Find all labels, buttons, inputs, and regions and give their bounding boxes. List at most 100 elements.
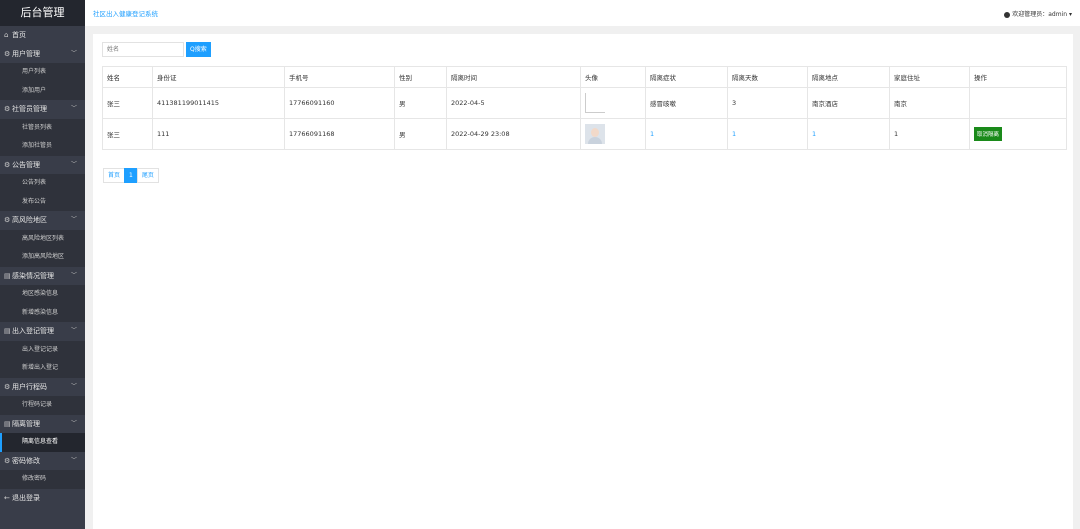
chevron-down-icon: ﹀ [70, 456, 77, 464]
table-cell: 1 [889, 118, 970, 150]
sidebar-group-label: 出入登记管理 [12, 327, 54, 335]
sidebar-item-add-user[interactable]: 添加用户 [0, 81, 85, 100]
chevron-down-icon: ﹀ [70, 105, 77, 112]
col-header: 隔离地点 [807, 66, 890, 88]
document-icon: ▤ [4, 327, 11, 335]
sidebar-item-add-entry[interactable]: 新增出入登记 [0, 359, 85, 378]
table-cell: 男 [394, 118, 447, 150]
chevron-down-icon: ﹀ [70, 382, 77, 390]
sidebar-group-label: 高风险地区 [12, 216, 47, 224]
sidebar-group-label: 感染情况管理 [12, 271, 54, 280]
search-button[interactable]: Q搜索 [186, 42, 211, 57]
caret-down-icon: ▾ [1068, 11, 1072, 18]
sidebar-item-isolation-view[interactable]: 隔离信息查看 [0, 433, 85, 452]
sidebar-item-change-password[interactable]: 修改密码 [0, 470, 85, 489]
pager-first[interactable]: 首页 [103, 168, 126, 183]
table-cell: 感冒咳嗽 [645, 87, 728, 119]
chevron-down-icon: ﹀ [70, 419, 77, 427]
table-cell: 411381199011415 [152, 87, 285, 119]
col-header: 操作 [969, 66, 1067, 88]
breadcrumb[interactable]: 社区出入健康登记系统 [93, 8, 158, 18]
table-cell: 张三 [102, 87, 153, 119]
sidebar-item-user-list[interactable]: 用户列表 [0, 63, 85, 82]
table-header-row: 姓名 身份证 手机号 性别 隔离时间 头像 隔离症状 隔离天数 隔离地点 家庭住… [102, 66, 1067, 88]
sidebar-group-risk-areas[interactable]: ⚙ 高风险地区 ﹀ [0, 211, 85, 230]
table-cell: 1 [807, 118, 890, 150]
gear-icon: ⚙ [4, 456, 11, 465]
action-cell: 取消隔离 [969, 118, 1067, 150]
sidebar: 后台管理 ⌂ 首页 ⚙ 用户管理 ﹀ 用户列表 添加用户 ⚙ 社管员管理 ﹀ 社管员列表 … [0, 0, 85, 529]
sidebar-item-logout[interactable]: ← 退出登录 [0, 489, 85, 508]
gear-icon: ⚙ [4, 49, 11, 58]
sidebar-item-publish-notice[interactable]: 发布公告 [0, 192, 85, 211]
table-cell: 男 [394, 87, 447, 119]
table-cell: 南京酒店 [807, 87, 890, 119]
table-cell: 2022-04-29 23:08 [446, 118, 581, 150]
sidebar-item-label: 退出登录 [12, 493, 40, 502]
cancel-isolation-button[interactable]: 取消隔离 [974, 127, 1003, 141]
user-menu[interactable]: 欢迎管理员：admin ▾ [1004, 9, 1072, 18]
table-row: 张三 111 17766091168 男 2022-04-29 23:08 1 … [102, 118, 1067, 150]
sidebar-item-add-infection[interactable]: 新增感染信息 [0, 303, 85, 322]
gear-icon: ⚙ [4, 216, 11, 224]
pagination: 首页 1 尾页 [103, 168, 159, 183]
sidebar-item-notice-list[interactable]: 公告列表 [0, 174, 85, 193]
sidebar-group-infection[interactable]: ▤感染情况管理 ﹀ [0, 267, 85, 286]
search-bar: Q搜索 [102, 42, 211, 57]
table-row: 张三 411381199011415 17766091160 男 2022-04… [102, 87, 1067, 119]
sidebar-group-isolation[interactable]: ▤隔离管理 ﹀ [0, 415, 85, 434]
chevron-down-icon: ﹀ [70, 216, 77, 223]
avatar-cell [580, 118, 646, 150]
sidebar-item-home[interactable]: ⌂ 首页 [0, 26, 85, 45]
col-header: 隔离时间 [446, 66, 581, 88]
avatar-cell [580, 87, 646, 119]
pager-last[interactable]: 尾页 [136, 168, 159, 183]
sidebar-group-users[interactable]: ⚙ 用户管理 ﹀ [0, 45, 85, 64]
sidebar-group-entry-log[interactable]: ▤出入登记管理 ﹀ [0, 322, 85, 341]
chevron-down-icon: ﹀ [70, 49, 77, 57]
sidebar-group-label: 用户管理 [12, 49, 40, 58]
sidebar-item-add-manager[interactable]: 添加社管员 [0, 137, 85, 156]
pager-current[interactable]: 1 [124, 168, 138, 183]
avatar [585, 124, 605, 144]
sidebar-group-managers[interactable]: ⚙ 社管员管理 ﹀ [0, 100, 85, 119]
sidebar-item-entry-records[interactable]: 出入登记记录 [0, 340, 85, 359]
col-header: 身份证 [152, 66, 285, 88]
document-icon: ▤ [4, 419, 11, 428]
sidebar-group-travel-code[interactable]: ⚙ 用户行程码 ﹀ [0, 378, 85, 397]
col-header: 隔离天数 [727, 66, 808, 88]
chevron-down-icon: ﹀ [70, 271, 77, 279]
sidebar-group-label: 隔离管理 [12, 419, 40, 428]
table-cell: 3 [727, 87, 808, 119]
sidebar-item-manager-list[interactable]: 社管员列表 [0, 118, 85, 137]
sidebar-item-infection-info[interactable]: 地区感染信息 [0, 285, 85, 304]
brand-title: 后台管理 [0, 0, 85, 26]
col-header: 头像 [580, 66, 646, 88]
table-cell: 1 [645, 118, 728, 150]
top-header: 社区出入健康登记系统 欢迎管理员：admin ▾ [85, 0, 1080, 26]
sidebar-item-label: 首页 [12, 31, 26, 39]
search-input[interactable] [102, 42, 184, 57]
table-cell: 111 [152, 118, 285, 150]
document-icon: ▤ [4, 271, 11, 280]
gear-icon: ⚙ [4, 160, 11, 169]
sidebar-nav: ⌂ 首页 ⚙ 用户管理 ﹀ 用户列表 添加用户 ⚙ 社管员管理 ﹀ 社管员列表 添加社管员… [0, 26, 85, 507]
sidebar-group-notices[interactable]: ⚙ 公告管理 ﹀ [0, 156, 85, 175]
sidebar-item-add-risk-area[interactable]: 添加高风险地区 [0, 248, 85, 267]
isolation-table: 姓名 身份证 手机号 性别 隔离时间 头像 隔离症状 隔离天数 隔离地点 家庭住… [102, 66, 1067, 150]
sidebar-item-risk-area-list[interactable]: 高风险地区列表 [0, 229, 85, 248]
sidebar-group-label: 公告管理 [12, 160, 40, 169]
action-cell [969, 87, 1067, 119]
sidebar-group-label: 社管员管理 [12, 105, 47, 113]
home-icon: ⌂ [4, 31, 9, 39]
sidebar-group-label: 用户行程码 [12, 382, 47, 391]
sidebar-group-password[interactable]: ⚙ 密码修改 ﹀ [0, 452, 85, 471]
broken-image-icon [585, 93, 605, 113]
col-header: 性别 [394, 66, 447, 88]
chevron-down-icon: ﹀ [70, 160, 77, 168]
sidebar-group-label: 密码修改 [12, 456, 40, 465]
gear-icon: ⚙ [4, 105, 11, 113]
main-panel: Q搜索 姓名 身份证 手机号 性别 隔离时间 头像 隔离症状 隔离天数 隔离地点… [93, 34, 1073, 529]
table-cell: 17766091168 [284, 118, 395, 150]
sidebar-item-travel-records[interactable]: 行程码记录 [0, 396, 85, 415]
